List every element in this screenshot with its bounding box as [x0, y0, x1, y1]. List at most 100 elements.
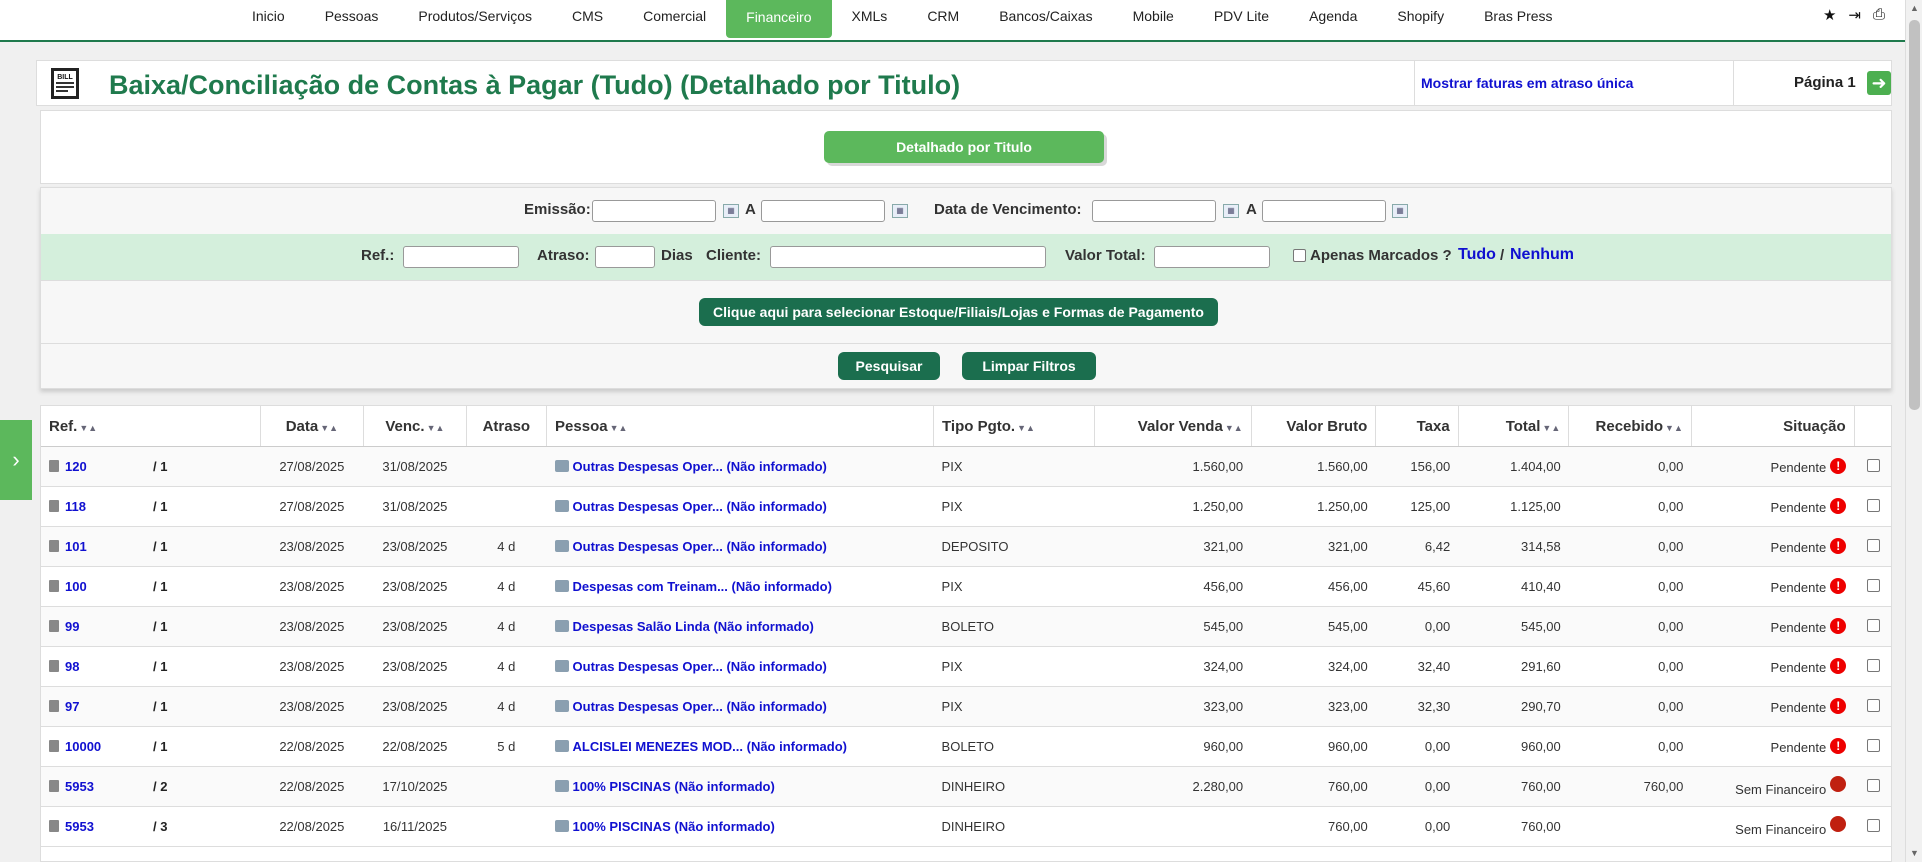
sort-icon[interactable]: ▼▲ — [1225, 423, 1243, 433]
ref-link[interactable]: 5953 — [65, 819, 153, 834]
document-icon[interactable] — [49, 500, 59, 512]
ref-link[interactable]: 120 — [65, 459, 153, 474]
limpar-filtros-button[interactable]: Limpar Filtros — [962, 352, 1096, 380]
col-tipo-header[interactable]: Tipo Pgto. ▼▲ — [933, 406, 1095, 447]
sort-icon[interactable]: ▼▲ — [1665, 423, 1683, 433]
row-checkbox[interactable] — [1866, 538, 1880, 552]
people-icon[interactable] — [554, 740, 569, 752]
pessoa-link[interactable]: ALCISLEI MENEZES MOD... (Não informado) — [573, 739, 847, 754]
people-icon[interactable] — [554, 700, 569, 712]
row-checkbox[interactable] — [1866, 738, 1880, 752]
pesquisar-button[interactable]: Pesquisar — [838, 352, 940, 380]
emissao-end-input[interactable] — [761, 200, 885, 222]
show-overdue-link[interactable]: Mostrar faturas em atraso única — [1414, 61, 1633, 105]
people-icon[interactable] — [554, 620, 569, 632]
apenas-marcados-checkbox[interactable] — [1293, 249, 1306, 262]
logout-icon[interactable]: ⇥ — [1848, 6, 1861, 24]
nav-item-crm[interactable]: CRM — [907, 0, 979, 40]
nav-item-pdv-lite[interactable]: PDV Lite — [1194, 0, 1289, 40]
ref-link[interactable]: 101 — [65, 539, 153, 554]
pessoa-link[interactable]: Despesas Salão Linda (Não informado) — [573, 619, 814, 634]
people-icon[interactable] — [554, 500, 569, 512]
nav-item-produtos-servi-os[interactable]: Produtos/Serviços — [398, 0, 552, 40]
row-checkbox[interactable] — [1866, 618, 1880, 632]
pessoa-link[interactable]: 100% PISCINAS (Não informado) — [573, 819, 775, 834]
ref-link[interactable]: 10000 — [65, 739, 153, 754]
nav-item-agenda[interactable]: Agenda — [1289, 0, 1377, 40]
side-panel-toggle[interactable]: › — [0, 420, 32, 500]
document-icon[interactable] — [49, 740, 59, 752]
people-icon[interactable] — [554, 540, 569, 552]
select-none-link[interactable]: Nenhum — [1510, 246, 1574, 264]
ref-link[interactable]: 100 — [65, 579, 153, 594]
col-ref-header[interactable]: Ref. ▼▲ — [41, 406, 261, 447]
print-icon[interactable]: ⎙ — [1873, 6, 1885, 24]
people-icon[interactable] — [554, 780, 569, 792]
row-checkbox[interactable] — [1866, 578, 1880, 592]
emissao-start-input[interactable] — [592, 200, 716, 222]
sort-icon[interactable]: ▼▲ — [1542, 423, 1560, 433]
pessoa-link[interactable]: Outras Despesas Oper... (Não informado) — [573, 659, 827, 674]
ref-link[interactable]: 99 — [65, 619, 153, 634]
select-stock-branches-button[interactable]: Clique aqui para selecionar Estoque/Fili… — [699, 298, 1218, 326]
pessoa-link[interactable]: Despesas com Treinam... (Não informado) — [573, 579, 832, 594]
document-icon[interactable] — [49, 580, 59, 592]
star-icon[interactable]: ★ — [1823, 6, 1836, 24]
document-icon[interactable] — [49, 660, 59, 672]
pessoa-link[interactable]: 100% PISCINAS (Não informado) — [573, 779, 775, 794]
nav-item-mobile[interactable]: Mobile — [1113, 0, 1194, 40]
nav-item-bras-press[interactable]: Bras Press — [1464, 0, 1572, 40]
people-icon[interactable] — [554, 580, 569, 592]
ref-link[interactable]: 118 — [65, 499, 153, 514]
ref-link[interactable]: 97 — [65, 699, 153, 714]
nav-item-comercial[interactable]: Comercial — [623, 0, 726, 40]
document-icon[interactable] — [49, 700, 59, 712]
col-venc-header[interactable]: Venc. ▼▲ — [363, 406, 467, 447]
nav-item-financeiro[interactable]: Financeiro — [726, 0, 832, 38]
sort-icon[interactable]: ▼▲ — [427, 423, 445, 433]
atraso-input[interactable] — [595, 246, 655, 268]
nav-item-inicio[interactable]: Inicio — [232, 0, 305, 40]
calendar-icon[interactable]: ▦ — [1223, 204, 1239, 218]
valor-total-input[interactable] — [1154, 246, 1270, 268]
document-icon[interactable] — [49, 540, 59, 552]
select-all-link[interactable]: Tudo — [1458, 246, 1496, 264]
nav-item-cms[interactable]: CMS — [552, 0, 623, 40]
row-checkbox[interactable] — [1866, 818, 1880, 832]
ref-link[interactable]: 5953 — [65, 779, 153, 794]
col-pessoa-header[interactable]: Pessoa ▼▲ — [546, 406, 935, 447]
nav-item-xmls[interactable]: XMLs — [832, 0, 908, 40]
row-checkbox[interactable] — [1866, 698, 1880, 712]
people-icon[interactable] — [554, 460, 569, 472]
vencimento-end-input[interactable] — [1262, 200, 1386, 222]
calendar-icon[interactable]: ▦ — [723, 204, 739, 218]
vencimento-start-input[interactable] — [1092, 200, 1216, 222]
cliente-input[interactable] — [770, 246, 1046, 268]
col-data-header[interactable]: Data ▼▲ — [260, 406, 365, 447]
row-checkbox[interactable] — [1866, 778, 1880, 792]
document-icon[interactable] — [49, 460, 59, 472]
col-recebido-header[interactable]: Recebido ▼▲ — [1568, 406, 1692, 447]
nav-item-bancos-caixas[interactable]: Bancos/Caixas — [979, 0, 1112, 40]
people-icon[interactable] — [554, 820, 569, 832]
sort-icon[interactable]: ▼▲ — [79, 423, 97, 433]
sort-icon[interactable]: ▼▲ — [320, 423, 338, 433]
document-icon[interactable] — [49, 780, 59, 792]
calendar-icon[interactable]: ▦ — [892, 204, 908, 218]
sort-icon[interactable]: ▼▲ — [1017, 423, 1035, 433]
next-page-arrow-icon[interactable]: ➜ — [1867, 71, 1891, 95]
detalhado-por-titulo-button[interactable]: Detalhado por Titulo — [824, 131, 1104, 163]
document-icon[interactable] — [49, 620, 59, 632]
row-checkbox[interactable] — [1866, 658, 1880, 672]
calendar-icon[interactable]: ▦ — [1392, 204, 1408, 218]
page-scrollbar[interactable]: ▲ ▼ — [1905, 0, 1922, 862]
scroll-up-arrow-icon[interactable]: ▲ — [1906, 0, 1922, 17]
ref-link[interactable]: 98 — [65, 659, 153, 674]
scroll-down-arrow-icon[interactable]: ▼ — [1906, 845, 1922, 862]
sort-icon[interactable]: ▼▲ — [610, 423, 628, 433]
ref-input[interactable] — [403, 246, 519, 268]
nav-item-pessoas[interactable]: Pessoas — [305, 0, 399, 40]
row-checkbox[interactable] — [1866, 458, 1880, 472]
pessoa-link[interactable]: Outras Despesas Oper... (Não informado) — [573, 459, 827, 474]
pessoa-link[interactable]: Outras Despesas Oper... (Não informado) — [573, 499, 827, 514]
